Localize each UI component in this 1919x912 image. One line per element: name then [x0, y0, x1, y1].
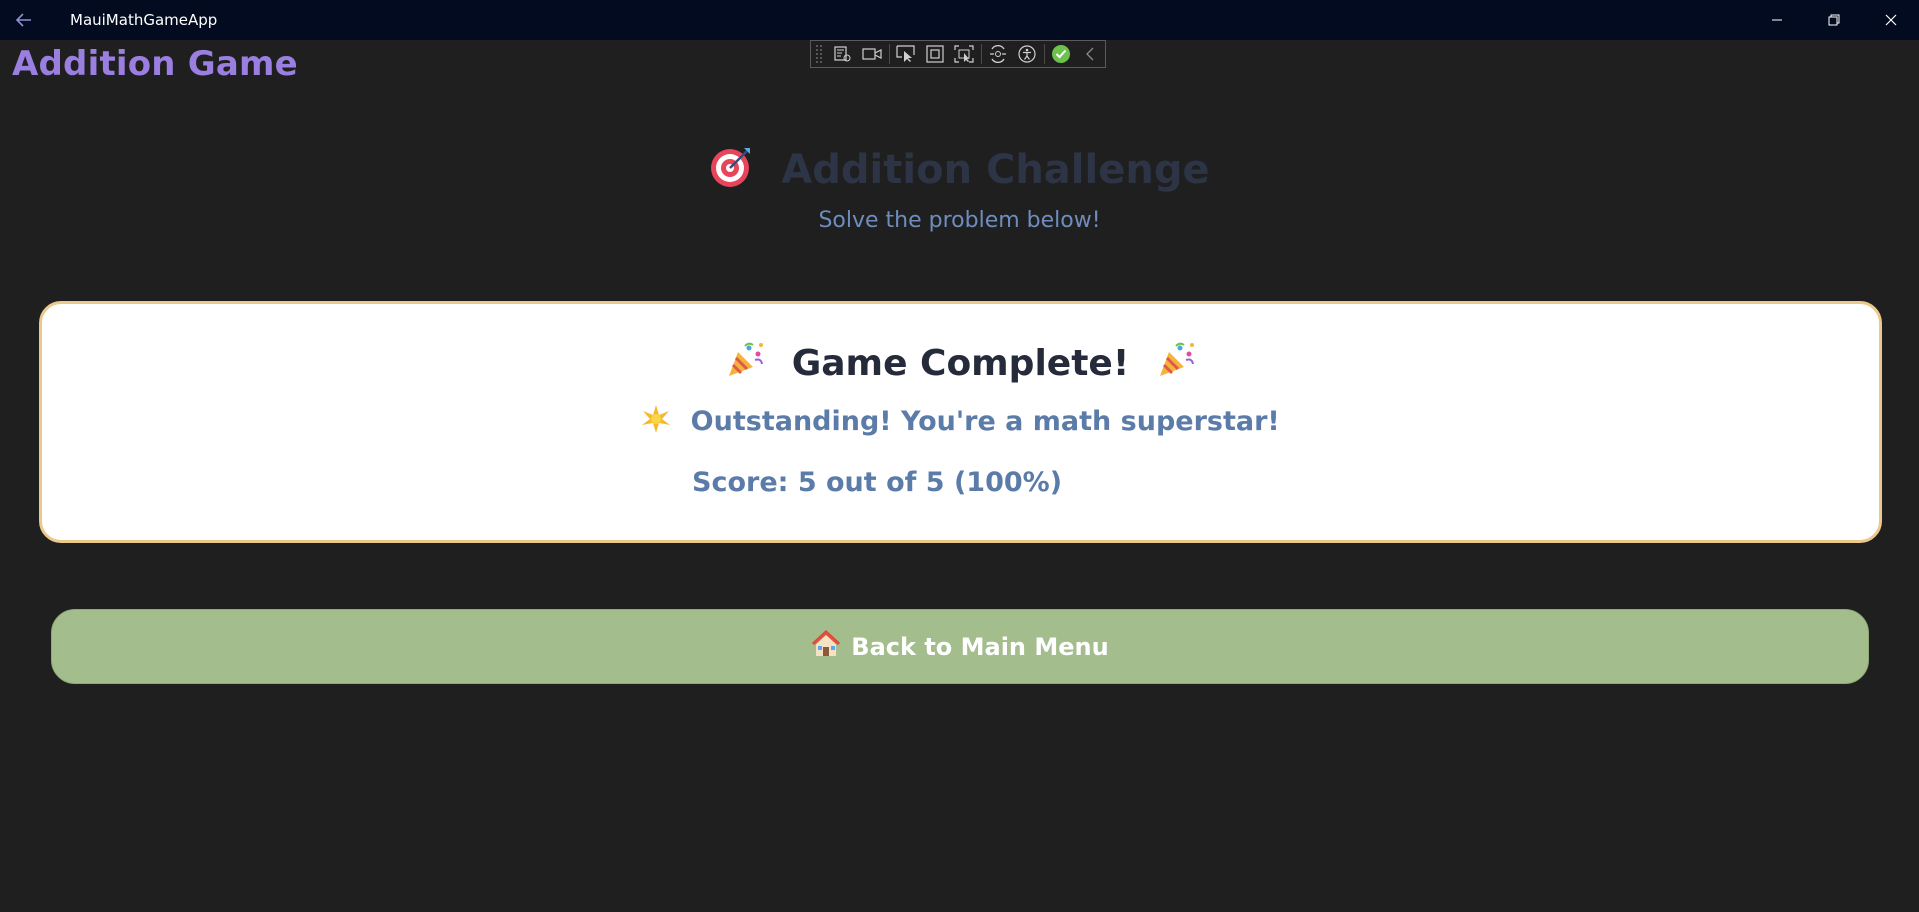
hot-reload-icon[interactable] [984, 41, 1013, 67]
live-visual-tree-icon[interactable] [828, 41, 857, 67]
binding-check-icon[interactable] [1047, 41, 1076, 67]
game-complete-title: Game Complete! [42, 340, 1879, 389]
toolbar-divider [1043, 44, 1045, 64]
challenge-title: Addition Challenge [0, 145, 1919, 199]
title-bar: MauiMathGameApp [0, 0, 1919, 40]
party-popper-icon [725, 340, 765, 389]
select-element-icon[interactable] [891, 41, 920, 67]
toolbar-grip-icon[interactable] [815, 44, 823, 64]
house-icon [811, 629, 841, 664]
accessibility-icon[interactable] [1013, 41, 1042, 67]
back-to-main-menu-button[interactable]: Back to Main Menu [51, 609, 1869, 684]
result-card: Game Complete! Outstanding! You're a mat… [39, 301, 1882, 543]
party-popper-icon [1156, 340, 1196, 389]
debug-toolbar [810, 40, 1106, 68]
result-message-text: Outstanding! You're a math superstar! [690, 406, 1280, 437]
challenge-title-text: Addition Challenge [781, 147, 1210, 193]
collapse-icon[interactable] [1076, 41, 1105, 67]
result-message: Outstanding! You're a math superstar! [42, 404, 1879, 441]
minimize-icon[interactable] [1749, 0, 1805, 40]
restore-icon[interactable] [1806, 0, 1862, 40]
toolbar-divider [980, 44, 982, 64]
track-focus-icon[interactable] [950, 41, 979, 67]
challenge-subtitle: Solve the problem below! [818, 208, 1101, 233]
toolbar-divider [888, 44, 890, 64]
page-title: Addition Game [12, 44, 298, 84]
game-complete-text: Game Complete! [791, 342, 1130, 384]
close-icon[interactable] [1863, 0, 1919, 40]
display-layout-adorners-icon[interactable] [921, 41, 950, 67]
back-to-main-menu-label: Back to Main Menu [851, 632, 1109, 661]
video-icon[interactable] [857, 41, 886, 67]
score-text: Score: 5 out of 5 (100%) [692, 467, 1063, 498]
app-title: MauiMathGameApp [70, 11, 218, 29]
sparkle-star-icon [641, 404, 671, 441]
target-icon [709, 145, 753, 199]
back-arrow-icon[interactable] [12, 8, 36, 32]
